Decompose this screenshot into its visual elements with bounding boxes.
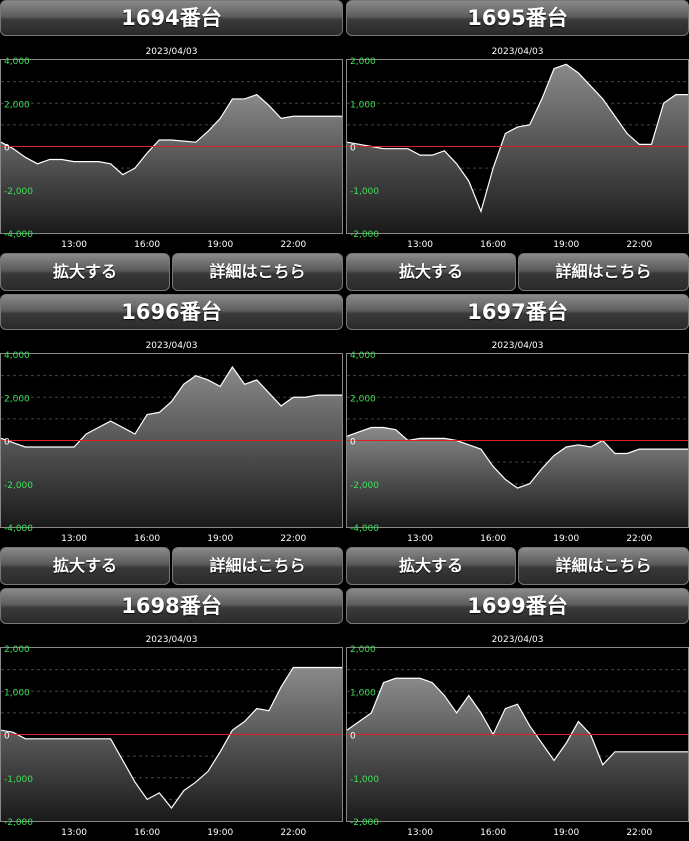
y-tick-label: -2,000 <box>350 818 379 828</box>
y-tick-label: 4,000 <box>4 351 30 361</box>
y-tick-label: 4,000 <box>350 351 376 361</box>
machine-title: 1694番台 <box>0 0 343 36</box>
x-tick-label: 16:00 <box>134 240 160 250</box>
machine-title: 1696番台 <box>0 294 343 330</box>
x-tick-label: 16:00 <box>480 240 506 250</box>
line-chart: 2023/04/03 4,000 2,000 0 -2,000 -4,000 13:00 16… <box>0 341 343 544</box>
chart-subtitle: 2023/04/03 <box>492 341 544 351</box>
y-tick-label: 0 <box>350 732 356 742</box>
y-tick-label: -2,000 <box>4 481 33 491</box>
y-tick-label: 0 <box>4 144 10 154</box>
x-tick-label: 22:00 <box>280 240 306 250</box>
y-tick-label: 2,000 <box>350 57 376 67</box>
chart-subtitle: 2023/04/03 <box>492 635 544 645</box>
chart-subtitle: 2023/04/03 <box>146 47 198 57</box>
detail-button[interactable]: 詳細はこちら <box>172 253 343 291</box>
x-tick-label: 22:00 <box>626 828 652 838</box>
y-tick-label: -1,000 <box>350 775 379 785</box>
x-tick-label: 22:00 <box>626 534 652 544</box>
x-tick-label: 13:00 <box>61 828 87 838</box>
y-tick-label: 0 <box>350 438 356 448</box>
chart-container: 2023/04/03 2,000 1,000 0 -1,000 -2,000 13:00 16… <box>346 632 689 841</box>
x-tick-label: 19:00 <box>553 240 579 250</box>
x-tick-label: 19:00 <box>207 534 233 544</box>
y-tick-label: -2,000 <box>350 230 379 240</box>
zoom-button[interactable]: 拡大する <box>0 253 170 291</box>
line-chart: 2023/04/03 2,000 1,000 0 -1,000 -2,000 13:00 16… <box>0 635 343 838</box>
line-chart: 2023/04/03 4,000 2,000 0 -2,000 -4,000 13:00 16… <box>0 47 343 250</box>
y-tick-label: 0 <box>4 438 10 448</box>
y-tick-label: 1,000 <box>350 688 376 698</box>
x-tick-label: 19:00 <box>553 534 579 544</box>
x-tick-label: 22:00 <box>280 534 306 544</box>
x-tick-label: 16:00 <box>480 828 506 838</box>
y-tick-label: -4,000 <box>4 524 33 534</box>
y-tick-label: -1,000 <box>350 187 379 197</box>
chart-container: 2023/04/03 4,000 2,000 0 -2,000 -4,000 13:00 16… <box>346 338 689 547</box>
machine-title: 1697番台 <box>346 294 689 330</box>
y-tick-label: 1,000 <box>350 100 376 110</box>
x-tick-label: 22:00 <box>280 828 306 838</box>
chart-container: 2023/04/03 4,000 2,000 0 -2,000 -4,000 13:00 16… <box>0 44 343 253</box>
x-tick-label: 13:00 <box>61 534 87 544</box>
x-tick-label: 13:00 <box>407 534 433 544</box>
zoom-button[interactable]: 拡大する <box>0 547 170 585</box>
chart-subtitle: 2023/04/03 <box>146 635 198 645</box>
y-tick-label: 2,000 <box>350 645 376 655</box>
y-tick-label: 4,000 <box>4 57 30 67</box>
line-chart: 2023/04/03 4,000 2,000 0 -2,000 -4,000 13:00 16… <box>346 341 689 544</box>
zoom-button[interactable]: 拡大する <box>346 547 516 585</box>
y-tick-label: 0 <box>350 144 356 154</box>
detail-button[interactable]: 詳細はこちら <box>518 547 689 585</box>
chart-container: 2023/04/03 4,000 2,000 0 -2,000 -4,000 13:00 16… <box>0 338 343 547</box>
x-tick-label: 19:00 <box>207 240 233 250</box>
y-tick-label: 2,000 <box>350 394 376 404</box>
x-tick-label: 13:00 <box>61 240 87 250</box>
y-tick-label: 1,000 <box>4 688 30 698</box>
x-tick-label: 16:00 <box>134 828 160 838</box>
detail-button[interactable]: 詳細はこちら <box>172 547 343 585</box>
x-tick-label: 16:00 <box>134 534 160 544</box>
machine-title: 1698番台 <box>0 588 343 624</box>
y-tick-label: 2,000 <box>4 394 30 404</box>
y-tick-label: -4,000 <box>350 524 379 534</box>
y-tick-label: -2,000 <box>4 818 33 828</box>
x-tick-label: 19:00 <box>553 828 579 838</box>
y-tick-label: -2,000 <box>350 481 379 491</box>
detail-button[interactable]: 詳細はこちら <box>518 253 689 291</box>
line-chart: 2023/04/03 2,000 1,000 0 -1,000 -2,000 13:00 16… <box>346 47 689 250</box>
machine-title: 1695番台 <box>346 0 689 36</box>
x-tick-label: 16:00 <box>480 534 506 544</box>
chart-container: 2023/04/03 2,000 1,000 0 -1,000 -2,000 13:00 16… <box>0 632 343 841</box>
x-tick-label: 22:00 <box>626 240 652 250</box>
y-tick-label: 0 <box>4 732 10 742</box>
y-tick-label: -2,000 <box>4 187 33 197</box>
chart-subtitle: 2023/04/03 <box>146 341 198 351</box>
chart-container: 2023/04/03 2,000 1,000 0 -1,000 -2,000 13:00 16… <box>346 44 689 253</box>
x-tick-label: 13:00 <box>407 828 433 838</box>
chart-subtitle: 2023/04/03 <box>492 47 544 57</box>
y-tick-label: -4,000 <box>4 230 33 240</box>
zoom-button[interactable]: 拡大する <box>346 253 516 291</box>
x-tick-label: 13:00 <box>407 240 433 250</box>
y-tick-label: -1,000 <box>4 775 33 785</box>
y-tick-label: 2,000 <box>4 645 30 655</box>
x-tick-label: 19:00 <box>207 828 233 838</box>
line-chart: 2023/04/03 2,000 1,000 0 -1,000 -2,000 13:00 16… <box>346 635 689 838</box>
machine-title: 1699番台 <box>346 588 689 624</box>
y-tick-label: 2,000 <box>4 100 30 110</box>
